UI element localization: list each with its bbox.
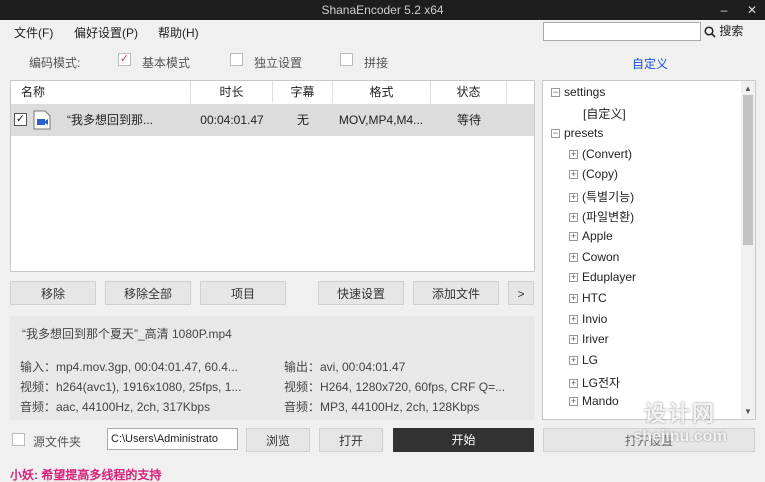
output-path-input[interactable]: C:\Users\Administrato (107, 428, 238, 450)
info-panel: “我多想回到那个夏天”_高清 1080P.mp4 输入：mp4.mov.3gp,… (10, 316, 535, 420)
col-subtitle[interactable]: 字幕 (273, 81, 333, 103)
source-folder-checkbox[interactable] (12, 433, 25, 446)
col-name[interactable]: 名称 (11, 81, 191, 103)
tree-custom[interactable]: [自定义] (583, 105, 626, 122)
menu-preferences[interactable]: 偏好设置(P) (74, 24, 138, 41)
info-audio-out: 音频：MP3, 44100Hz, 2ch, 128Kbps (284, 400, 480, 414)
mode-bar: 编码模式: ✓ 基本模式 独立设置 拼接 自定义 (0, 44, 765, 76)
expand-icon[interactable]: + (569, 213, 578, 223)
tree-item[interactable]: + LG (569, 353, 598, 367)
info-filename: “我多想回到那个夏天”_高清 1080P.mp4 (22, 327, 232, 341)
tree-item[interactable]: + (Copy) (569, 167, 618, 181)
file-table: 名称 时长 字幕 格式 状态 ✓ “我多想回到那... 00:04:01.47 … (10, 80, 535, 272)
expand-icon[interactable]: + (569, 193, 578, 203)
expand-icon[interactable]: + (569, 253, 578, 263)
tree-item[interactable]: + Apple (569, 229, 613, 243)
concat-label: 拼接 (364, 56, 389, 70)
info-video-out: 视频：H264, 1280x720, 60fps, CRF Q=... (284, 380, 506, 394)
tree-item[interactable]: + Invio (569, 312, 607, 326)
open-button[interactable]: 打开 (319, 428, 383, 452)
preset-tree: − settings [自定义] − presets + (Convert) + (Co… (542, 80, 756, 420)
menu-help[interactable]: 帮助(H) (158, 24, 199, 41)
menu-file[interactable]: 文件(F) (14, 24, 53, 41)
item-button[interactable]: 项目 (200, 281, 286, 305)
search-input[interactable] (543, 22, 701, 41)
scroll-up-icon[interactable]: ▲ (744, 84, 752, 93)
row-format: MOV,MP4,M4... (338, 113, 424, 127)
more-button[interactable]: > (508, 281, 534, 305)
collapse-icon[interactable]: − (551, 129, 560, 139)
expand-icon[interactable]: + (569, 379, 578, 389)
watermark: 设计网 shejinu.com (600, 396, 760, 476)
quick-settings-button[interactable]: 快速设置 (318, 281, 404, 305)
expand-icon[interactable]: + (569, 335, 578, 345)
window-title: ShanaEncoder 5.2 x64 (321, 3, 444, 17)
search-button[interactable]: 搜索 (704, 22, 762, 41)
status-text: 小妖: 希望提高多线程的支持 (10, 468, 162, 482)
basic-mode-checkbox[interactable]: ✓ (118, 53, 131, 66)
expand-icon[interactable]: + (569, 150, 578, 160)
row-checkbox[interactable]: ✓ (14, 113, 27, 126)
watermark-line1: 设计网 (643, 401, 716, 426)
custom-link[interactable]: 自定义 (632, 55, 668, 72)
basic-mode-label: 基本模式 (142, 56, 191, 70)
row-status: 等待 (456, 113, 481, 127)
title-bar: ShanaEncoder 5.2 x64 (0, 0, 765, 20)
tree-item[interactable]: + Cowon (569, 250, 619, 264)
concat-checkbox[interactable] (340, 53, 353, 66)
watermark-line2: shejinu.com (633, 428, 727, 445)
independent-settings-label: 独立设置 (254, 56, 303, 70)
scroll-thumb[interactable] (743, 95, 753, 245)
collapse-icon[interactable]: − (551, 88, 560, 98)
expand-icon[interactable]: + (569, 232, 578, 242)
search-label: 搜索 (719, 24, 744, 38)
tree-item[interactable]: + HTC (569, 291, 607, 305)
info-output: 输出：avi, 00:04:01.47 (284, 360, 406, 374)
row-subtitle: 无 (296, 113, 309, 127)
tree-item[interactable]: + (Convert) (569, 147, 632, 161)
tree-item[interactable]: + (특별기능) (569, 188, 634, 205)
tree-item[interactable]: + Eduplayer (569, 270, 636, 284)
video-file-icon (33, 110, 51, 130)
expand-icon[interactable]: + (569, 273, 578, 283)
independent-settings-checkbox[interactable] (230, 53, 243, 66)
expand-icon[interactable]: + (569, 315, 578, 325)
expand-icon[interactable]: + (569, 397, 578, 407)
info-video-in: 视频：h264(avc1), 1916x1080, 25fps, 1... (20, 380, 242, 394)
table-row[interactable]: ✓ “我多想回到那... 00:04:01.47 无 MOV,MP4,M4...… (11, 104, 534, 136)
col-status[interactable]: 状态 (431, 81, 507, 103)
browse-button[interactable]: 浏览 (246, 428, 310, 452)
expand-icon[interactable]: + (569, 294, 578, 304)
tree-item[interactable]: + Iriver (569, 332, 609, 346)
source-folder-label: 源文件夹 (33, 435, 82, 449)
search-icon (704, 26, 716, 38)
info-input: 输入：mp4.mov.3gp, 00:04:01.47, 60.4... (20, 360, 238, 374)
start-button[interactable]: 开始 (393, 428, 534, 452)
row-name: “我多想回到那... (67, 113, 153, 127)
tree-scrollbar[interactable]: ▲ ▼ (741, 81, 755, 419)
mode-label: 编码模式: (29, 56, 81, 70)
add-file-button[interactable]: 添加文件 (413, 281, 499, 305)
minimize-button[interactable]: – (712, 0, 736, 20)
col-format[interactable]: 格式 (333, 81, 431, 103)
info-audio-in: 音频：aac, 44100Hz, 2ch, 317Kbps (20, 400, 211, 414)
tree-item[interactable]: + (파일변환) (569, 208, 634, 225)
tree-item[interactable]: + LG전자 (569, 374, 620, 391)
close-button[interactable]: ✕ (740, 0, 764, 20)
col-duration[interactable]: 时长 (191, 81, 273, 103)
tree-settings[interactable]: − settings (551, 85, 605, 99)
tree-presets[interactable]: − presets (551, 126, 603, 140)
remove-button[interactable]: 移除 (10, 281, 96, 305)
remove-all-button[interactable]: 移除全部 (105, 281, 191, 305)
expand-icon[interactable]: + (569, 356, 578, 366)
expand-icon[interactable]: + (569, 170, 578, 180)
